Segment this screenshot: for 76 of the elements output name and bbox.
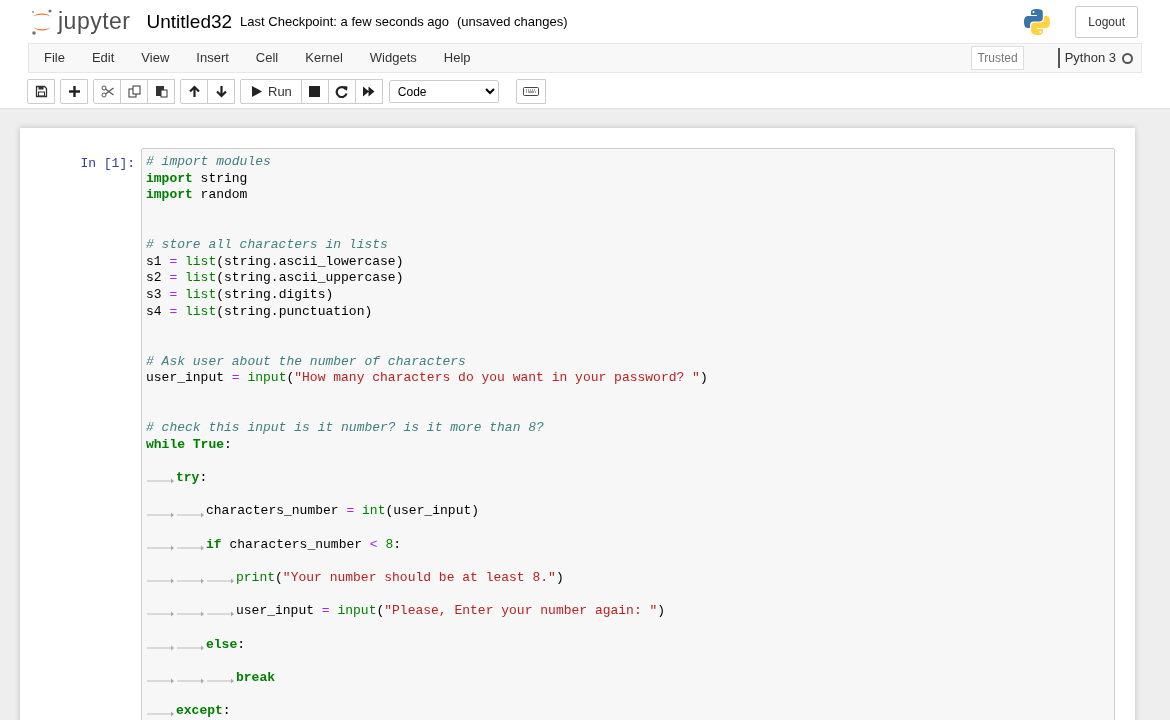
- code-line: s4 = list(string.punctuation): [146, 303, 373, 321]
- code-line: characters_number = int(user_input): [146, 503, 480, 521]
- menu-item[interactable]: File: [42, 48, 78, 68]
- code-line: while True:: [146, 436, 232, 454]
- paste-icon: [154, 85, 168, 98]
- code-line: # Ask user about the number of characters: [146, 353, 466, 371]
- tab-arrow-icon: [146, 577, 176, 586]
- code-line: except:: [146, 703, 231, 720]
- play-icon: [250, 85, 263, 98]
- tab-arrow-icon: [146, 510, 176, 519]
- tab-arrow-icon: [146, 710, 176, 719]
- menu-item[interactable]: View: [139, 48, 183, 68]
- tab-arrow-icon: [176, 610, 206, 619]
- tab-arrow-icon: [176, 510, 206, 519]
- menu-item[interactable]: Edit: [89, 48, 128, 68]
- arrow-up-icon: [187, 85, 201, 98]
- fast-forward-icon: [362, 85, 376, 98]
- tab-arrow-icon: [206, 577, 236, 586]
- tab-arrow-icon: [176, 543, 206, 552]
- arrow-down-icon: [214, 85, 228, 98]
- code-line: break: [146, 669, 275, 687]
- tab-arrow-icon: [176, 577, 206, 586]
- code-line: s3 = list(string.digits): [146, 287, 334, 304]
- code-line: try:: [146, 470, 208, 487]
- restart-button[interactable]: [327, 79, 356, 104]
- plus-icon: [67, 85, 81, 98]
- stop-icon: [308, 85, 322, 98]
- plus-button[interactable]: [60, 79, 88, 104]
- menu-item[interactable]: Help: [441, 48, 484, 68]
- tab-arrow-icon: [176, 643, 206, 652]
- tab-arrow-icon: [146, 543, 176, 552]
- keyboard-button[interactable]: [515, 79, 546, 104]
- code-line: s2 = list(string.ascii_uppercase): [146, 270, 404, 288]
- menu-item[interactable]: Kernel: [303, 48, 356, 68]
- menu-item[interactable]: Cell: [253, 48, 292, 68]
- menu-item[interactable]: Insert: [194, 48, 242, 68]
- arrow-down-button[interactable]: [207, 79, 235, 104]
- stop-button[interactable]: [300, 79, 329, 104]
- code-line: s1 = list(string.ascii_lowercase): [146, 253, 404, 271]
- code-line: if characters_number < 8:: [146, 536, 402, 554]
- menu-item[interactable]: Widgets: [367, 48, 430, 68]
- trusted-indicator[interactable]: Trusted: [971, 46, 1024, 70]
- code-line: else:: [146, 636, 246, 654]
- code-line: # import modules: [146, 154, 271, 171]
- paste-button[interactable]: [147, 79, 175, 104]
- restart-icon: [335, 85, 349, 98]
- code-line: print("Your number should be at least 8."): [146, 570, 564, 587]
- jupyter-logo-icon: [30, 7, 54, 36]
- keyboard-icon: [522, 85, 539, 98]
- run-button[interactable]: Run: [240, 79, 302, 104]
- cell-type-dropdown[interactable]: Code: [388, 80, 499, 103]
- autosave-status: (unsaved changes): [456, 12, 568, 31]
- code-line: import random: [146, 187, 248, 204]
- python-logo-icon: [1023, 7, 1052, 36]
- code-line: import string: [146, 170, 248, 188]
- scissors-icon: [100, 85, 114, 98]
- scissors-button[interactable]: [93, 79, 121, 104]
- jupyter-logo-text[interactable]: jupyter: [58, 10, 131, 33]
- code-line: user_input = input("Please, Enter your number again: "): [146, 603, 666, 620]
- arrow-up-button[interactable]: [180, 79, 208, 104]
- kernel-name[interactable]: Python 3: [1057, 48, 1116, 68]
- tab-arrow-icon: [146, 610, 176, 619]
- code-line: user_input = input("How many characters do you want in your password? "): [146, 370, 708, 387]
- input-prompt: In [1]:: [79, 155, 136, 173]
- tab-arrow-icon: [206, 610, 236, 619]
- code-line: # store all characters in lists: [146, 237, 388, 254]
- tab-arrow-icon: [146, 477, 176, 486]
- save-icon: [34, 85, 48, 98]
- tab-arrow-icon: [146, 643, 176, 652]
- copy-icon: [127, 85, 141, 98]
- code-line: # check this input is it number? is it more than 8?: [146, 420, 544, 437]
- fast-forward-button[interactable]: [354, 79, 383, 104]
- save-button[interactable]: [27, 79, 55, 104]
- checkpoint-status: Last Checkpoint: a few seconds ago: [240, 12, 449, 31]
- notebook-name[interactable]: Untitled32: [146, 12, 233, 31]
- logout-button[interactable]: Logout: [1075, 5, 1138, 38]
